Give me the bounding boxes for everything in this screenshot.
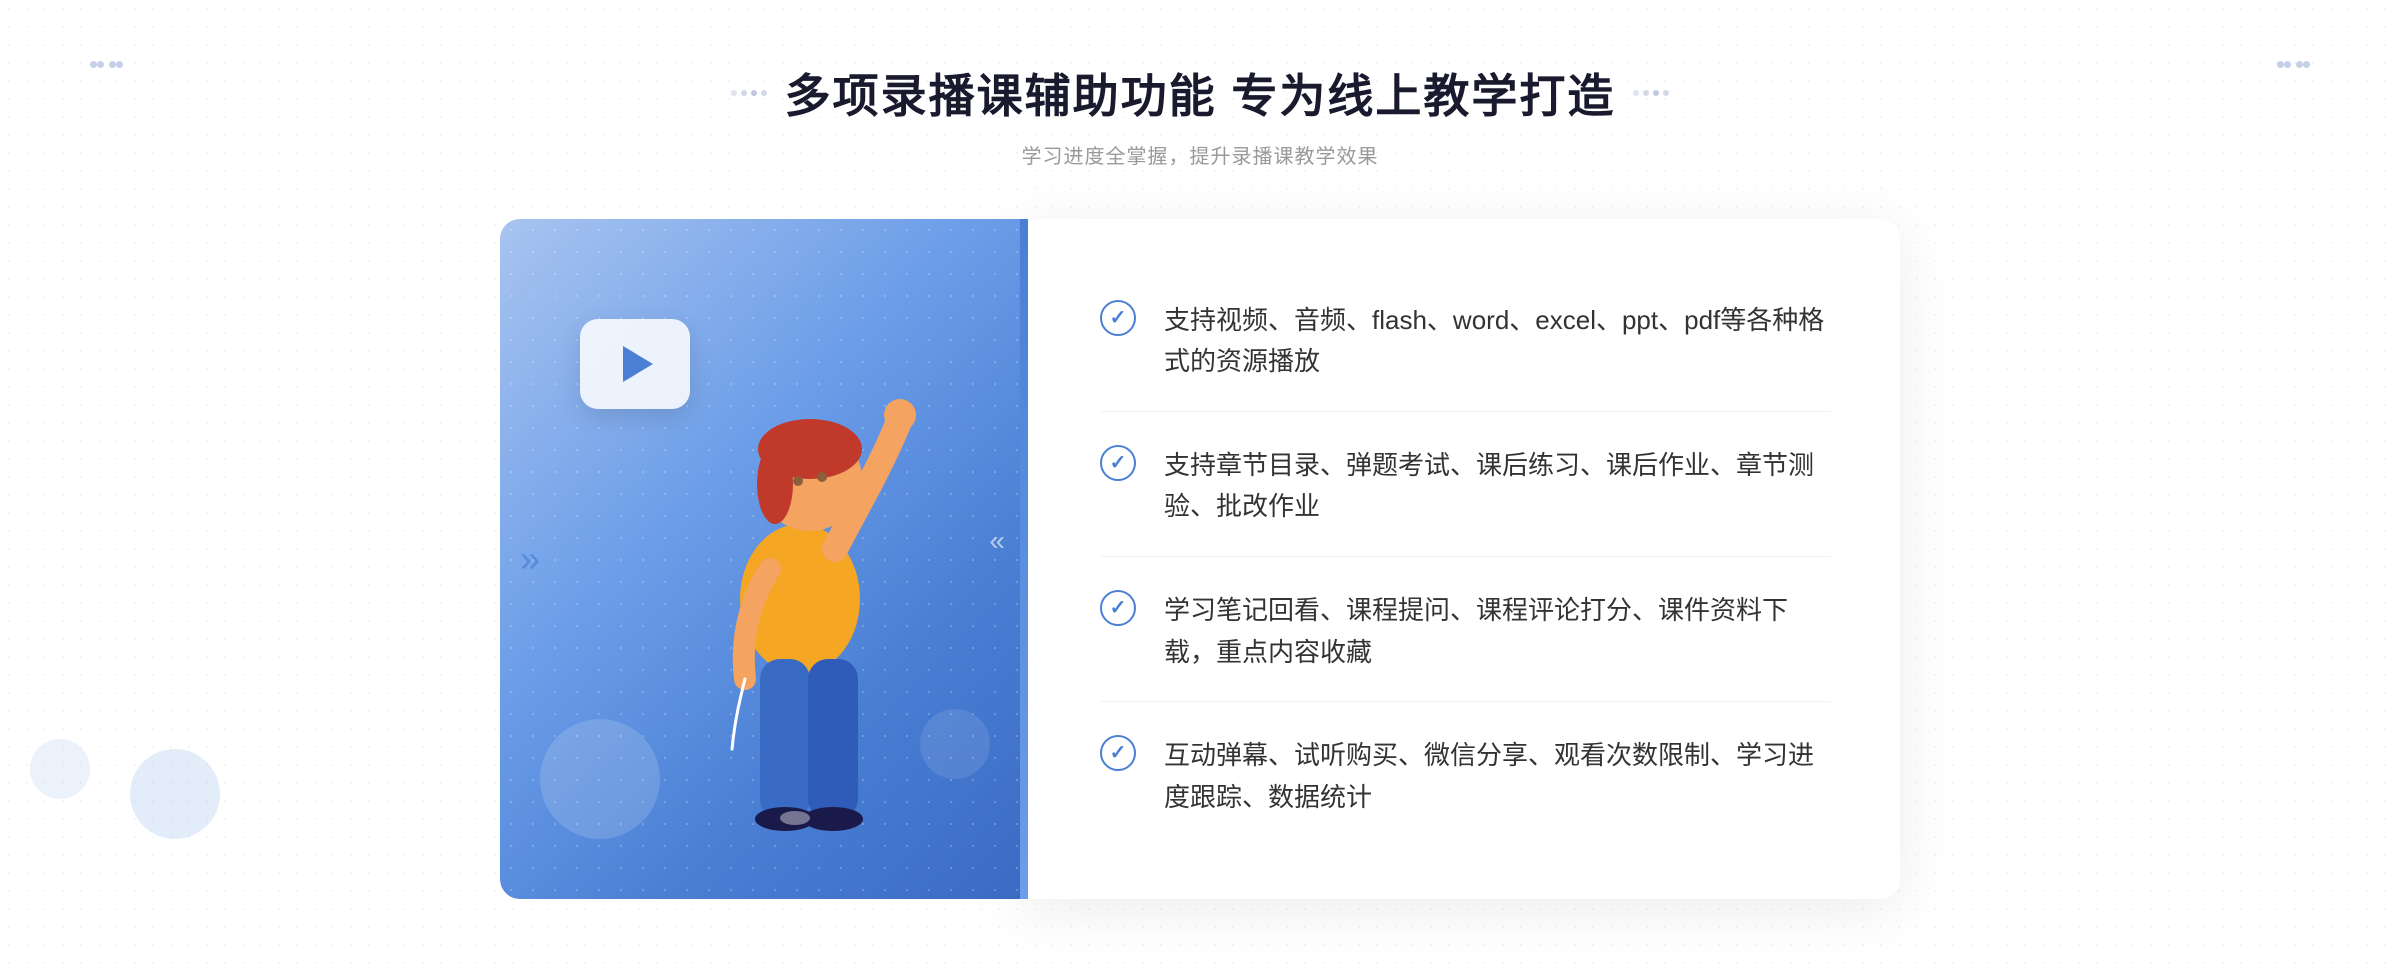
page-container: 多项录播课辅助功能 专为线上教学打造 学习进度全掌握，提升录播课教学效果 » bbox=[0, 0, 2400, 979]
feature-text-3: 学习笔记回看、课程提问、课程评论打分、课件资料下载，重点内容收藏 bbox=[1164, 590, 1830, 673]
title-row: 多项录播课辅助功能 专为线上教学打造 bbox=[731, 60, 1670, 126]
checkmark-3: ✓ bbox=[1110, 598, 1127, 618]
bottom-deco-circle-1 bbox=[130, 749, 220, 839]
check-icon-4: ✓ bbox=[1100, 735, 1136, 771]
right-dots bbox=[1633, 90, 1669, 96]
illustration-chevrons: « bbox=[989, 525, 1005, 557]
illustration-area: « bbox=[500, 219, 1020, 899]
left-chevrons: » bbox=[520, 538, 540, 580]
illustration-background: « bbox=[500, 219, 1020, 899]
feature-item-1: ✓ 支持视频、音频、flash、word、excel、ppt、pdf等各种格式的… bbox=[1100, 272, 1830, 412]
checkmark-1: ✓ bbox=[1110, 308, 1127, 328]
check-icon-2: ✓ bbox=[1100, 445, 1136, 481]
check-icon-1: ✓ bbox=[1100, 300, 1136, 336]
checkmark-4: ✓ bbox=[1110, 743, 1127, 763]
bottom-deco-circle-2 bbox=[30, 739, 90, 799]
feature-text-4: 互动弹幕、试听购买、微信分享、观看次数限制、学习进度跟踪、数据统计 bbox=[1164, 735, 1830, 818]
feature-item-2: ✓ 支持章节目录、弹题考试、课后练习、课后作业、章节测验、批改作业 bbox=[1100, 417, 1830, 557]
left-dots bbox=[731, 90, 767, 96]
top-right-decoration bbox=[2277, 55, 2310, 73]
header-section: 多项录播课辅助功能 专为线上教学打造 学习进度全掌握，提升录播课教学效果 bbox=[731, 60, 1670, 169]
feature-text-1: 支持视频、音频、flash、word、excel、ppt、pdf等各种格式的资源… bbox=[1164, 300, 1830, 383]
content-area: » bbox=[500, 219, 1900, 899]
feature-item-3: ✓ 学习笔记回看、课程提问、课程评论打分、课件资料下载，重点内容收藏 bbox=[1100, 562, 1830, 702]
top-left-decoration bbox=[90, 55, 123, 73]
page-subtitle: 学习进度全掌握，提升录播课教学效果 bbox=[731, 140, 1670, 169]
feature-text-2: 支持章节目录、弹题考试、课后练习、课后作业、章节测验、批改作业 bbox=[1164, 445, 1830, 528]
page-title: 多项录播课辅助功能 专为线上教学打造 bbox=[785, 60, 1616, 126]
person-illustration bbox=[640, 319, 940, 899]
check-icon-3: ✓ bbox=[1100, 590, 1136, 626]
features-panel: ✓ 支持视频、音频、flash、word、excel、ppt、pdf等各种格式的… bbox=[1020, 219, 1900, 899]
chevron-icon: » bbox=[520, 538, 540, 579]
feature-item-4: ✓ 互动弹幕、试听购买、微信分享、观看次数限制、学习进度跟踪、数据统计 bbox=[1100, 707, 1830, 846]
checkmark-2: ✓ bbox=[1110, 453, 1127, 473]
